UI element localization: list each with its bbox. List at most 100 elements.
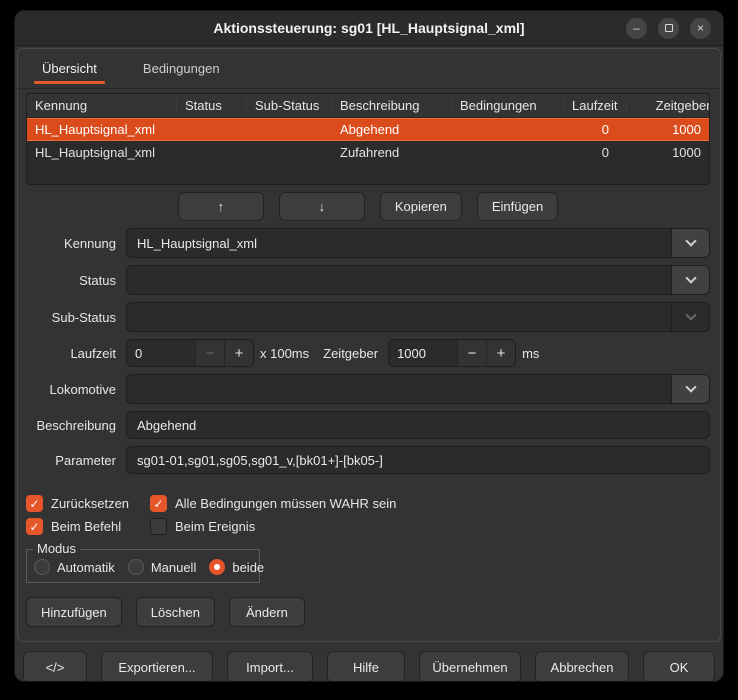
ok-button[interactable]: OK [643,651,715,682]
kennung-combobox[interactable]: HL_Hauptsignal_xml [126,228,710,258]
radio-beide-label: beide [232,560,264,575]
zeitgeber-value: 1000 [389,346,457,361]
col-status[interactable]: Status [177,99,247,113]
radio-selected-icon [209,559,225,575]
beschreibung-row: Beschreibung Abgehend [26,411,710,439]
tab-uebersicht[interactable]: Übersicht [32,49,107,88]
check-icon: ✓ [29,521,39,533]
laufzeit-decrement-button[interactable]: − [195,340,224,366]
radio-manuell[interactable]: Manuell [128,559,197,575]
lokomotive-combobox[interactable] [126,374,710,404]
zeitgeber-spinner[interactable]: 1000 − + [388,339,516,367]
kennung-dropdown-button[interactable] [671,229,709,257]
zeitgeber-decrement-button[interactable]: − [457,340,486,366]
checkbox-beim-ereignis-label: Beim Ereignis [175,519,255,534]
cell-kennung: HL_Hauptsignal_xml [27,122,177,137]
delete-button[interactable]: Löschen [136,597,215,627]
code-button[interactable]: </> [23,651,87,682]
titlebar[interactable]: Aktionssteuerung: sg01 [HL_Hauptsignal_x… [15,11,723,46]
notebook: Übersicht Bedingungen Kennung Status Sub… [17,48,721,642]
col-beschreibung[interactable]: Beschreibung [332,99,452,113]
cell-zeitgeber: 1000 [617,122,709,137]
col-kennung[interactable]: Kennung [27,99,177,113]
table-row[interactable]: HL_Hauptsignal_xml Abgehend 0 1000 [27,118,709,141]
beschreibung-input[interactable]: Abgehend [126,411,710,439]
col-zeitgeber[interactable]: Zeitgeber [627,99,710,113]
laufzeit-increment-button[interactable]: + [224,340,253,366]
add-button[interactable]: Hinzufügen [26,597,122,627]
tab-bedingungen[interactable]: Bedingungen [133,49,230,88]
laufzeit-spinner[interactable]: 0 − + [126,339,254,367]
help-button[interactable]: Hilfe [327,651,405,682]
cell-beschreibung: Zufahrend [332,145,452,160]
cell-laufzeit: 0 [564,122,617,137]
radio-dot [214,564,220,570]
export-button[interactable]: Exportieren... [101,651,213,682]
modus-group: Modus Automatik Manuell beide [26,549,260,583]
checkbox-alle-bedingungen[interactable]: ✓ Alle Bedingungen müssen WAHR sein [150,495,396,512]
minimize-button[interactable]: – [626,18,647,39]
kennung-value: HL_Hauptsignal_xml [127,236,671,251]
status-label: Status [26,273,126,288]
move-up-button[interactable]: ↑ [178,192,264,221]
plus-icon: + [235,345,244,362]
check-icon: ✓ [29,498,39,510]
paste-button[interactable]: Einfügen [477,192,558,221]
modus-group-label: Modus [33,541,80,556]
laufzeit-value: 0 [127,346,195,361]
dialog-buttons: </> Exportieren... Import... Hilfe Übern… [23,651,715,682]
row-toolbar: ↑ ↓ Kopieren Einfügen [26,192,710,221]
sub-status-combobox [126,302,710,332]
maximize-button[interactable] [658,18,679,39]
tab-page-uebersicht: Kennung Status Sub-Status Beschreibung B… [18,89,720,641]
active-tab-underline [34,81,105,84]
cell-laufzeit: 0 [564,145,617,160]
close-button[interactable]: × [690,18,711,39]
options-section: ✓ Zurücksetzen ✓ Alle Bedingungen müssen… [26,489,710,535]
actions-table[interactable]: Kennung Status Sub-Status Beschreibung B… [26,93,710,185]
sub-status-dropdown-button [671,303,709,331]
parameter-row: Parameter sg01-01,sg01,sg05,sg01_v,[bk01… [26,446,710,474]
maximize-icon [665,24,673,32]
zeitgeber-increment-button[interactable]: + [486,340,515,366]
checkbox-zuruecksetzen[interactable]: ✓ Zurücksetzen [26,495,150,512]
close-icon: × [697,22,704,34]
checkbox-row-1: ✓ Zurücksetzen ✓ Alle Bedingungen müssen… [26,495,710,512]
laufzeit-label: Laufzeit [26,346,126,361]
down-arrow-icon: ↓ [319,199,326,214]
copy-button[interactable]: Kopieren [380,192,462,221]
kennung-row: Kennung HL_Hauptsignal_xml [26,228,710,258]
sub-status-row: Sub-Status [26,302,710,332]
lokomotive-row: Lokomotive [26,374,710,404]
radio-beide[interactable]: beide [209,559,264,575]
col-bedingungen[interactable]: Bedingungen [452,99,564,113]
radio-automatik[interactable]: Automatik [34,559,115,575]
table-row[interactable]: HL_Hauptsignal_xml Zufahrend 0 1000 [27,141,709,164]
change-button[interactable]: Ändern [229,597,305,627]
checkbox-alle-bedingungen-label: Alle Bedingungen müssen WAHR sein [175,496,396,511]
import-button[interactable]: Import... [227,651,313,682]
cell-kennung: HL_Hauptsignal_xml [27,145,177,160]
parameter-label: Parameter [26,453,126,468]
col-laufzeit[interactable]: Laufzeit [564,99,627,113]
move-down-button[interactable]: ↓ [279,192,365,221]
beschreibung-value: Abgehend [127,418,709,433]
check-icon: ✓ [153,498,163,510]
tab-uebersicht-label: Übersicht [42,61,97,76]
col-sub-status[interactable]: Sub-Status [247,99,332,113]
lokomotive-dropdown-button[interactable] [671,375,709,403]
radio-unselected-icon [128,559,144,575]
status-dropdown-button[interactable] [671,266,709,294]
parameter-input[interactable]: sg01-01,sg01,sg05,sg01_v,[bk01+]-[bk05-] [126,446,710,474]
apply-button[interactable]: Übernehmen [419,651,521,682]
zeitgeber-label: Zeitgeber [315,346,388,361]
radio-manuell-label: Manuell [151,560,197,575]
checkbox-zuruecksetzen-label: Zurücksetzen [51,496,129,511]
modus-radios: Automatik Manuell beide [34,559,249,575]
checkbox-beim-ereignis[interactable]: Beim Ereignis [150,518,255,535]
status-combobox[interactable] [126,265,710,295]
checkbox-beim-befehl[interactable]: ✓ Beim Befehl [26,518,150,535]
plus-icon: + [497,345,506,362]
cancel-button[interactable]: Abbrechen [535,651,629,682]
sub-status-label: Sub-Status [26,310,126,325]
